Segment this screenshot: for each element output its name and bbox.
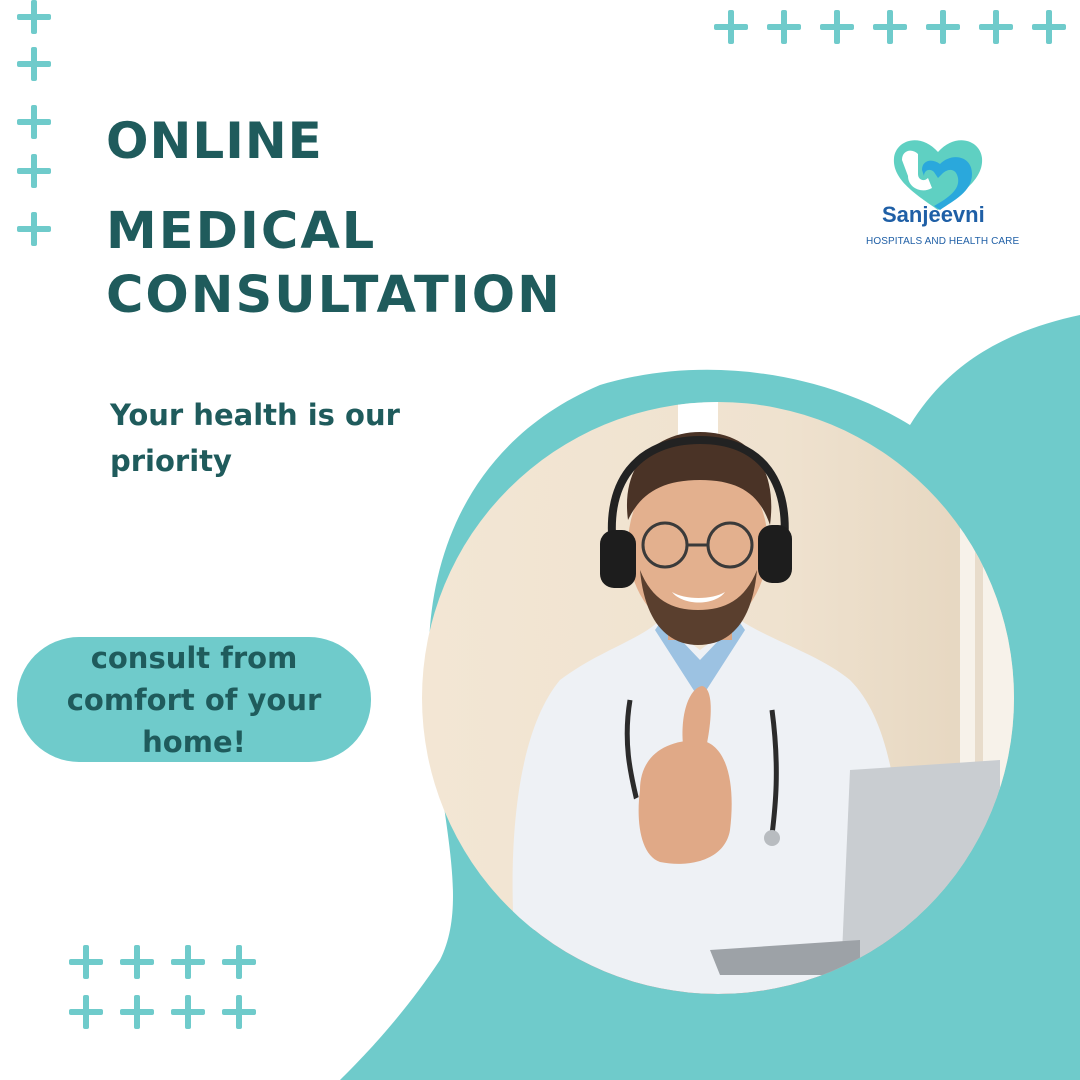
- decorative-plus-row-top: [714, 10, 1070, 44]
- logo-subtitle: HOSPITALS AND HEALTH CARE: [866, 236, 1020, 247]
- plus-icon: [714, 10, 748, 44]
- plus-icon: [17, 47, 51, 81]
- plus-icon: [222, 995, 256, 1029]
- plus-icon: [120, 995, 154, 1029]
- tagline: Your health is our priority: [110, 398, 400, 478]
- headline-main: MEDICAL CONSULTATION: [106, 200, 562, 328]
- plus-icon: [1032, 10, 1066, 44]
- plus-icon: [69, 945, 103, 979]
- plus-icon: [120, 945, 154, 979]
- plus-icon: [171, 995, 205, 1029]
- plus-icon: [171, 945, 205, 979]
- headline-online: ONLINE: [106, 112, 323, 170]
- plus-icon: [222, 945, 256, 979]
- plus-icon: [767, 10, 801, 44]
- plus-icon: [17, 212, 51, 246]
- comfort-pill: consult from comfort of your home!: [17, 637, 371, 762]
- decorative-plus-grid-bottom: [69, 945, 259, 1031]
- plus-icon: [873, 10, 907, 44]
- plus-icon: [979, 10, 1013, 44]
- plus-icon: [69, 995, 103, 1029]
- plus-icon: [820, 10, 854, 44]
- headline-consultation: CONSULTATION: [106, 266, 562, 325]
- plus-icon: [926, 10, 960, 44]
- plus-icon: [17, 0, 51, 34]
- comfort-pill-text: consult from comfort of your home!: [66, 640, 322, 759]
- plus-icon: [17, 105, 51, 139]
- plus-icon: [17, 154, 51, 188]
- headline-medical: MEDICAL: [106, 202, 377, 261]
- logo-name: Sanjeevni: [882, 202, 985, 227]
